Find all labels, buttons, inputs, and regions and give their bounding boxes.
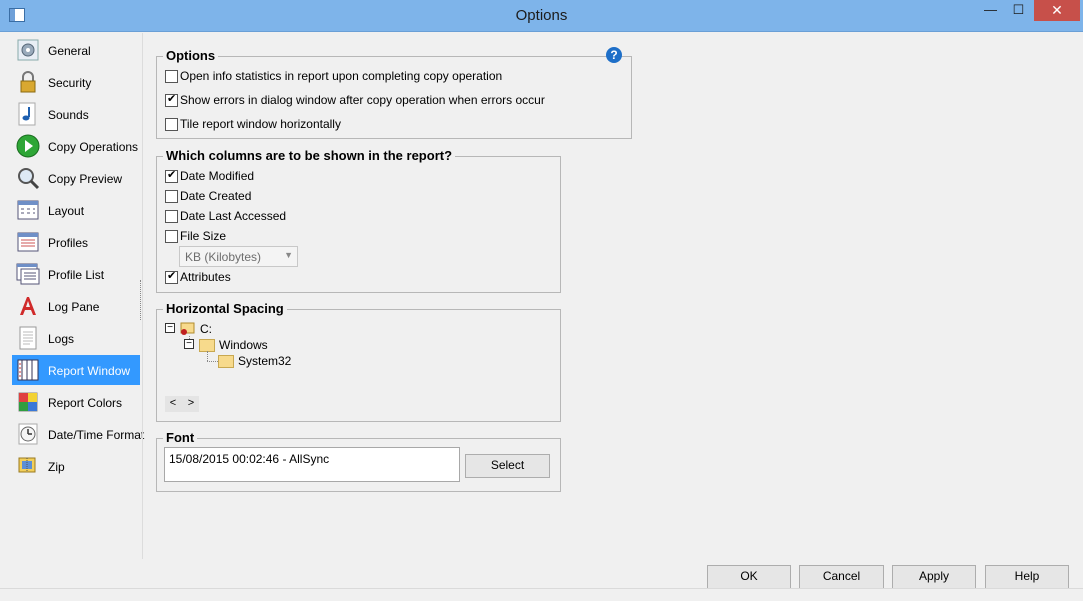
drive-icon [180, 322, 195, 335]
sidebar-item-label: Sounds [48, 108, 89, 122]
checkbox-box[interactable] [165, 118, 178, 131]
tree-node-windows: Windows [219, 338, 268, 352]
help-icon[interactable]: ? [606, 47, 622, 63]
minimize-button[interactable]: — [977, 0, 1004, 21]
sidebar-item-label: Profile List [48, 268, 105, 282]
sidebar-item-label: Security [48, 76, 92, 90]
checkbox-box[interactable] [165, 210, 178, 223]
sidebar-item-copy-operations[interactable]: Copy Operations [12, 131, 140, 161]
sidebar-item-label: Log Pane [48, 300, 100, 314]
checkbox-label: Tile report window horizontally [180, 117, 341, 131]
sidebar-item-label: Date/Time Format [48, 428, 145, 442]
font-preview-field: 15/08/2015 00:02:46 - AllSync [164, 447, 460, 482]
checkbox-box[interactable] [165, 168, 178, 183]
apply-button[interactable]: Apply [892, 565, 976, 589]
profile-list-icon [16, 263, 40, 285]
checkbox-box[interactable] [165, 190, 178, 203]
horizontal-spacing-group: Horizontal Spacing [156, 301, 561, 422]
checkbox-label: Date Modified [180, 169, 255, 183]
group-title-options: Options [163, 48, 219, 63]
group-title-columns: Which columns are to be shown in the rep… [163, 148, 456, 163]
checkbox-label: Open info statistics in report upon comp… [180, 69, 503, 83]
spacing-increase-button[interactable]: > [183, 397, 199, 409]
sidebar-item-label: Logs [48, 332, 75, 346]
zip-icon [18, 457, 36, 473]
chevron-down-icon: ▼ [284, 250, 293, 260]
sidebar-item-label: Report Window [48, 364, 131, 378]
sidebar-item-label: Layout [48, 204, 85, 218]
tree-connector [207, 351, 208, 361]
music-note-icon [18, 102, 36, 126]
gear-icon [17, 39, 39, 61]
file-size-unit-dropdown[interactable]: KB (Kilobytes) ▼ [179, 246, 298, 267]
lock-icon [20, 71, 36, 93]
window-title: Options [515, 7, 568, 24]
tree-connector [207, 361, 218, 362]
cancel-button[interactable]: Cancel [799, 565, 884, 589]
checkbox-box[interactable] [165, 70, 178, 83]
select-font-button[interactable]: Select [465, 454, 550, 478]
help-button[interactable]: Help [985, 565, 1069, 589]
sidebar-item-logs[interactable]: Logs [12, 323, 140, 353]
checkbox-label: File Size [180, 229, 227, 243]
document-icon [19, 326, 37, 350]
report-window-icon [17, 359, 39, 381]
sidebar-item-label: Copy Operations [48, 140, 139, 154]
group-title-font: Font [163, 430, 198, 445]
color-palette-icon [18, 392, 38, 412]
spacing-nav: < > [165, 396, 199, 412]
collapse-icon[interactable]: − [184, 339, 194, 349]
sidebar-item-label: Zip [48, 460, 65, 474]
options-category-list: General Security Sounds Copy Operations … [8, 33, 144, 559]
window-bottom-border [0, 588, 1083, 589]
sidebar-item-report-window[interactable]: Report Window [12, 355, 140, 385]
dropdown-value: KB (Kilobytes) [185, 250, 262, 264]
sidebar-item-security[interactable]: Security [12, 67, 140, 97]
title-bar: Options — ☐ ✕ [0, 0, 1083, 32]
collapse-icon[interactable]: − [165, 323, 175, 333]
checkbox-label: Date Created [180, 189, 252, 203]
sidebar-item-zip[interactable]: Zip [12, 451, 140, 481]
checkbox-box[interactable] [165, 92, 178, 107]
font-preview-text: 15/08/2015 00:02:46 - AllSync [169, 452, 330, 466]
tree-node-drive: C: [200, 322, 212, 336]
font-letter-icon [20, 297, 36, 315]
checkbox-label: Date Last Accessed [180, 209, 287, 223]
folder-icon [218, 355, 234, 368]
maximize-button[interactable]: ☐ [1005, 0, 1032, 21]
sidebar-item-log-pane[interactable]: Log Pane [12, 291, 140, 321]
spacing-decrease-button[interactable]: < [165, 397, 181, 409]
layout-icon [17, 200, 39, 220]
checkbox-box[interactable] [165, 269, 178, 284]
sidebar-item-date-time-format[interactable]: Date/Time Format [12, 419, 144, 449]
sidebar-item-label: General [48, 44, 91, 58]
close-button[interactable]: ✕ [1034, 0, 1080, 21]
group-title-spacing: Horizontal Spacing [163, 301, 287, 316]
sidebar-item-profile-list[interactable]: Profile List [12, 259, 140, 289]
sidebar-item-profiles[interactable]: Profiles [12, 227, 140, 257]
checkbox-label: Attributes [180, 270, 231, 284]
ok-button[interactable]: OK [707, 565, 791, 589]
sidebar-item-layout[interactable]: Layout [12, 195, 140, 225]
sidebar-item-label: Copy Preview [48, 172, 123, 186]
profiles-icon [17, 232, 39, 252]
sidebar-divider [142, 33, 143, 559]
sidebar-item-sounds[interactable]: Sounds [12, 99, 140, 129]
sidebar-item-label: Profiles [48, 236, 89, 250]
sidebar-item-report-colors[interactable]: Report Colors [12, 387, 140, 417]
tree-node-system32: System32 [238, 354, 292, 368]
sidebar-item-general[interactable]: General [12, 35, 140, 65]
magnifier-icon [18, 168, 40, 190]
checkbox-label: Show errors in dialog window after copy … [180, 93, 545, 107]
play-icon [16, 134, 40, 158]
sidebar-item-label: Report Colors [48, 396, 123, 410]
checkbox-box[interactable] [165, 230, 178, 243]
sidebar-item-copy-preview[interactable]: Copy Preview [12, 163, 140, 193]
clock-icon [18, 423, 38, 445]
